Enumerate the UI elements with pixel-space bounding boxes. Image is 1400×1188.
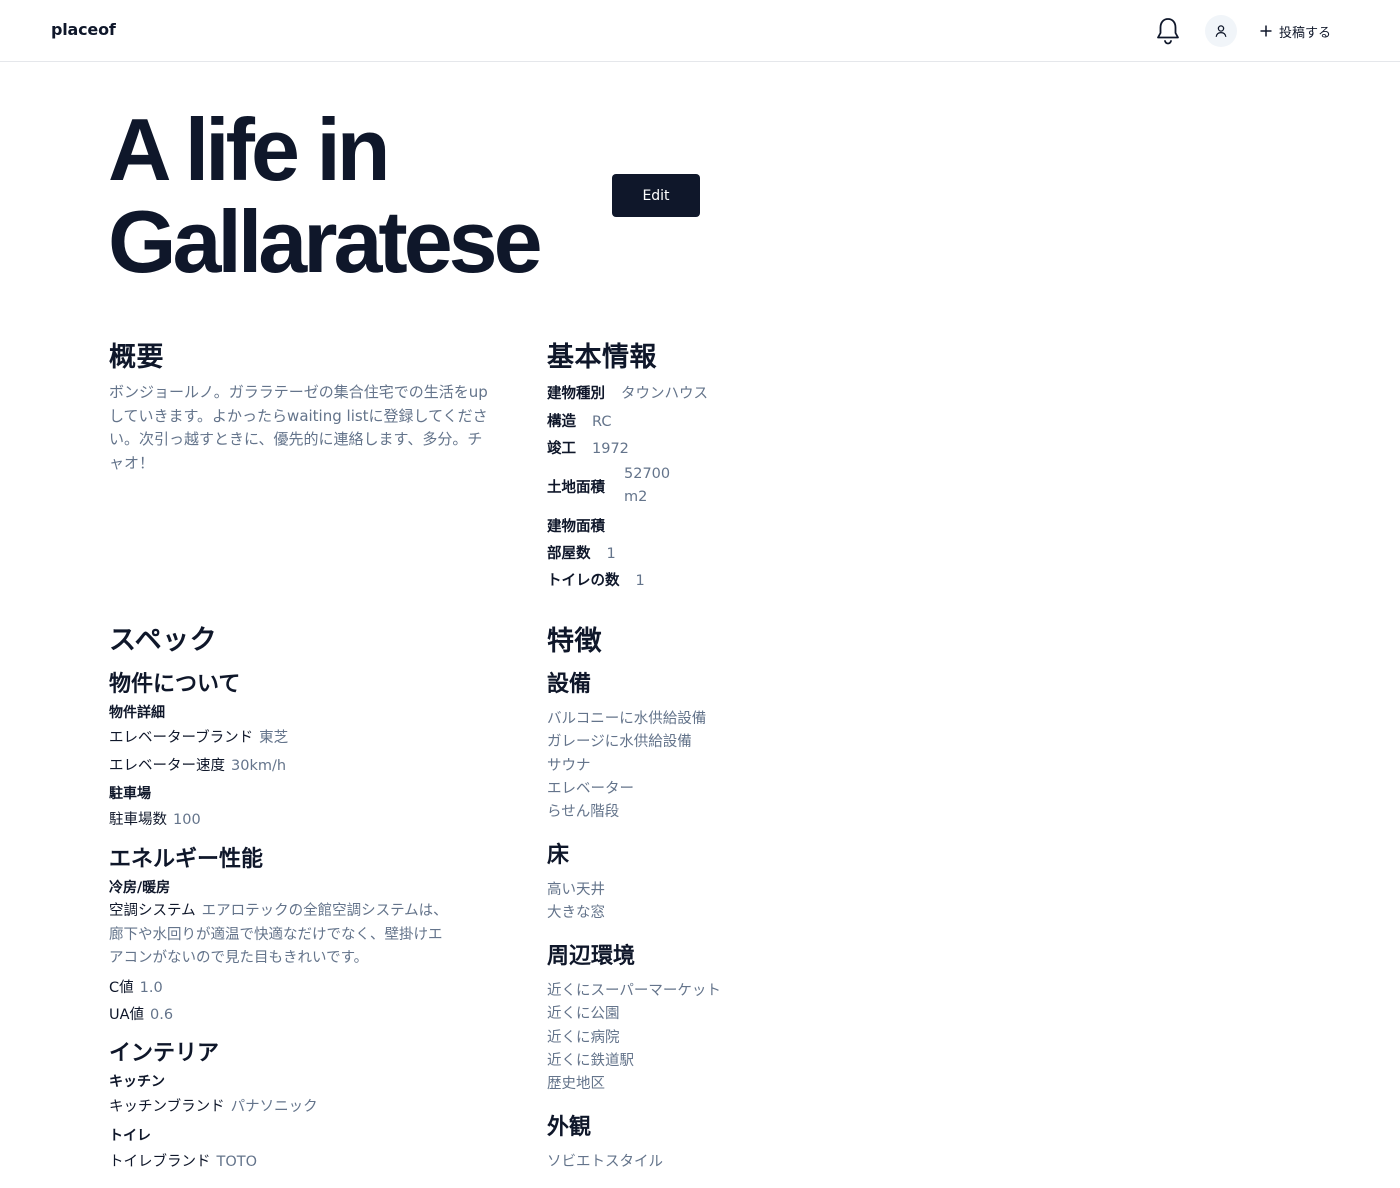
elevator-brand-row: エレベーターブランド 東芝	[109, 730, 289, 746]
list-item: 近くに鉄道駅	[547, 1052, 634, 1069]
toilet-brand-row: トイレブランド TOTO	[109, 1154, 258, 1170]
list-item: 近くに病院	[547, 1029, 620, 1046]
equipment-heading: 設備	[547, 672, 592, 697]
hvac-heading: 冷房/暖房	[109, 880, 171, 896]
ua-value-row: UA値 0.6	[109, 1007, 174, 1023]
elevator-speed-row: エレベーター速度 30km/h	[109, 758, 287, 774]
structure-row: 構造 RC	[547, 414, 612, 430]
basic-info-heading: 基本情報	[547, 342, 657, 373]
list-item: ソビエトスタイル	[547, 1154, 663, 1170]
floor-heading: 床	[547, 843, 570, 868]
land-area-label: 土地面積	[547, 480, 605, 496]
overview-heading: 概要	[109, 342, 164, 373]
bell-icon[interactable]	[1154, 16, 1182, 46]
building-type-row: 建物種別 タウンハウス	[547, 386, 708, 402]
floor-list: 高い天井 大きな窓	[547, 879, 605, 926]
post-button[interactable]: 投稿する	[1256, 18, 1335, 44]
list-item: 歴史地区	[547, 1076, 605, 1093]
parking-heading: 駐車場	[109, 786, 151, 802]
exterior-heading: 外観	[547, 1115, 592, 1140]
site-logo[interactable]: placeof	[51, 20, 116, 39]
page-title: A life in Gallaratese	[108, 100, 543, 291]
land-area-value: 52700 m2	[624, 466, 671, 506]
list-item: 近くにスーパーマーケット	[547, 983, 721, 999]
post-button-label: 投稿する	[1279, 25, 1332, 41]
hvac-row: 空調システム エアロテックの全館空調システムは、 廊下や水回りが適温で快適なだけで…	[109, 903, 448, 966]
energy-heading: エネルギー性能	[109, 847, 264, 872]
spec-heading: スペック	[109, 625, 218, 656]
rooms-row: 部屋数 1	[547, 546, 616, 562]
interior-heading: インテリア	[109, 1041, 220, 1066]
list-item: サウナ	[547, 757, 591, 774]
top-navigation-bar: placeof 投稿する	[0, 0, 1400, 62]
edit-button[interactable]: Edit	[612, 174, 700, 217]
exterior-list: ソビエトスタイル	[547, 1151, 663, 1174]
building-area-row: 建物面積	[547, 519, 605, 535]
toilet-heading: トイレ	[109, 1128, 151, 1144]
list-item: 近くに公園	[547, 1006, 620, 1023]
list-item: エレベーター	[547, 780, 634, 797]
completed-row: 竣工 1972	[547, 441, 629, 457]
list-item: 大きな窓	[547, 905, 605, 922]
plus-icon	[1260, 25, 1272, 37]
features-heading: 特徴	[547, 626, 602, 657]
user-icon	[1215, 25, 1227, 37]
kitchen-brand-row: キッチンブランド パナソニック	[109, 1099, 318, 1115]
list-item: 高い天井	[547, 882, 605, 898]
surroundings-heading: 周辺環境	[547, 944, 636, 969]
toilets-row: トイレの数 1	[547, 573, 645, 589]
parking-count-row: 駐車場数 100	[109, 812, 201, 828]
property-details-heading: 物件詳細	[109, 705, 165, 721]
user-avatar[interactable]	[1205, 15, 1237, 47]
list-item: ガレージに水供給設備	[547, 734, 692, 751]
kitchen-heading: キッチン	[109, 1074, 165, 1090]
surroundings-list: 近くにスーパーマーケット 近くに公園 近くに病院 近くに鉄道駅 歴史地区	[547, 980, 721, 1096]
property-heading: 物件について	[109, 672, 241, 697]
equipment-list: バルコニーに水供給設備 ガレージに水供給設備 サウナ エレベーター らせん階段	[547, 708, 706, 824]
c-value-row: C値 1.0	[109, 980, 163, 996]
list-item: バルコニーに水供給設備	[547, 711, 707, 727]
list-item: らせん階段	[547, 804, 620, 821]
overview-text: ボンジョールノ。ガララテーゼの集合住宅での生活をupしていきます。よかったらwa…	[109, 383, 488, 472]
